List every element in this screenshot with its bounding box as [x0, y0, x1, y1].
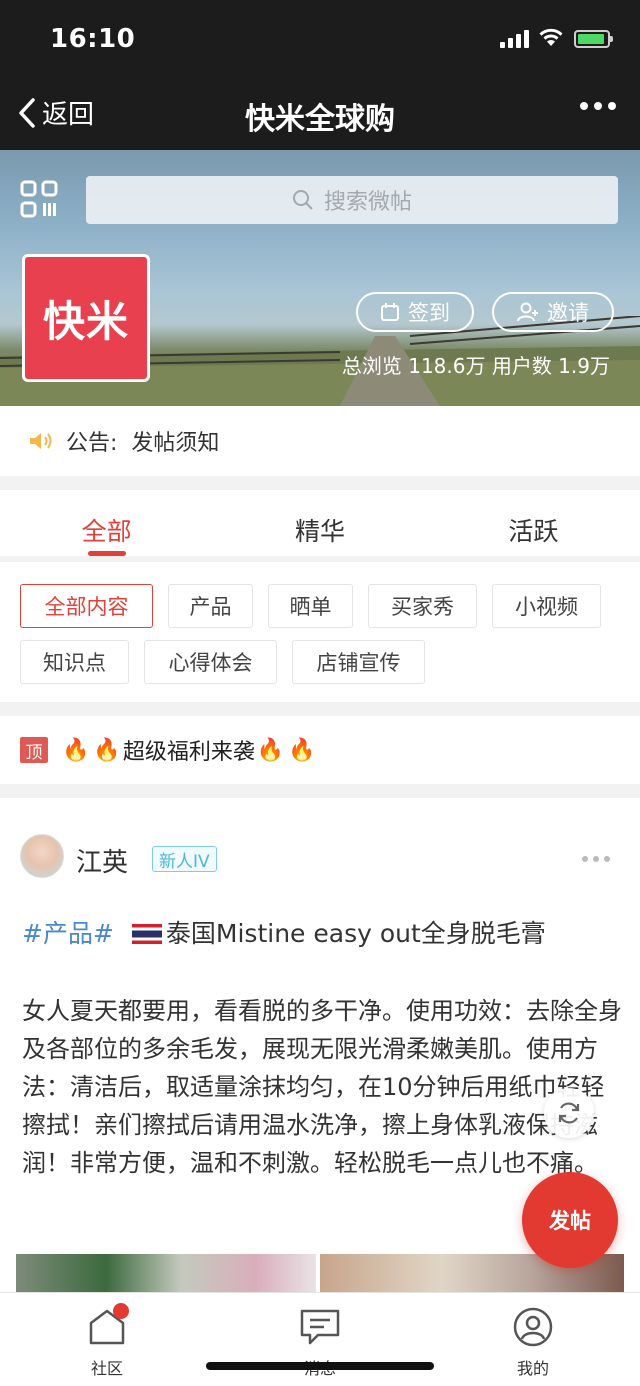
filter-chip-buyer-show[interactable]: 买家秀	[368, 584, 477, 628]
pinned-badge: 顶	[20, 737, 48, 763]
fire-icon: 🔥	[62, 737, 90, 763]
tab-label: 精华	[294, 517, 345, 546]
community-stats: 总浏览 118.6万 用户数 1.9万	[341, 354, 610, 378]
filter-chip-orders[interactable]: 晒单	[268, 584, 353, 628]
filter-chip-products[interactable]: 产品	[168, 584, 253, 628]
bottom-nav: 社区 消息 我的	[0, 1292, 640, 1386]
battery-icon	[574, 30, 613, 48]
post-title: 泰国Mistine easy out全身脱毛膏	[165, 919, 546, 948]
search-placeholder: 搜索微帖	[323, 190, 412, 215]
tab-label: 活跃	[508, 517, 559, 546]
invite-button[interactable]: 邀请	[492, 292, 614, 332]
new-post-button[interactable]: 发帖	[522, 1172, 618, 1268]
community-logo: 快米	[22, 254, 150, 382]
filter-chip-experience[interactable]: 心得体会	[144, 640, 277, 684]
filter-chip-all[interactable]: 全部内容	[20, 584, 153, 628]
filter-chip-knowledge[interactable]: 知识点	[20, 640, 129, 684]
category-filters: 全部内容 产品 晒单 买家秀 小视频 知识点 心得体会 店铺宣传	[0, 562, 640, 702]
chevron-left-icon	[19, 97, 35, 128]
bottom-nav-community[interactable]: 社区	[47, 1303, 167, 1379]
bottom-nav-profile[interactable]: 我的	[473, 1305, 593, 1379]
invite-label: 邀请	[547, 301, 589, 325]
status-bar: 16:10	[0, 0, 640, 78]
bottom-nav-label: 我的	[516, 1359, 549, 1378]
tab-active-users[interactable]: 活跃	[427, 490, 640, 556]
user-level-badge: 新人IV	[152, 846, 217, 872]
add-user-icon	[517, 302, 538, 322]
home-indicator	[206, 1362, 434, 1370]
community-icon	[85, 1303, 129, 1349]
speaker-icon	[30, 433, 52, 449]
announcement-label: 公告:	[66, 431, 118, 456]
tab-all[interactable]: 全部	[0, 490, 213, 556]
search-icon	[292, 190, 313, 210]
content-tabs: 全部 精华 活跃	[0, 490, 640, 556]
checkin-button[interactable]: 签到	[356, 292, 474, 332]
notification-dot	[113, 1303, 129, 1319]
filter-chip-short-video[interactable]: 小视频	[492, 584, 601, 628]
author-name[interactable]: 江英	[76, 842, 128, 879]
announcement-bar: 公告: 发帖须知	[0, 406, 640, 476]
post-more-button[interactable]	[582, 856, 610, 862]
thailand-flag-icon	[131, 924, 162, 944]
fire-icon: 🔥	[256, 737, 285, 763]
calendar-check-icon	[381, 303, 399, 321]
tab-label: 全部	[81, 517, 132, 546]
tab-active-underline	[87, 551, 126, 556]
back-label: 返回	[42, 100, 95, 130]
wifi-icon	[539, 28, 563, 46]
nav-bar: 返回 快米全球购	[0, 78, 640, 150]
message-icon	[298, 1305, 342, 1349]
pinned-title: 超级福利来袭	[122, 740, 255, 765]
pinned-post[interactable]: 顶 🔥 🔥 超级福利来袭 🔥 🔥	[0, 716, 640, 784]
fire-icon: 🔥	[288, 737, 316, 763]
filter-chip-store-promo[interactable]: 店铺宣传	[292, 640, 425, 684]
post-body: 女人夏天都要用，看看脱的多干净。使用功效：去除全身及各部位的多余毛发，展现无限光…	[22, 997, 622, 1177]
qr-code-icon[interactable]	[20, 180, 58, 218]
more-menu-button[interactable]	[580, 102, 616, 110]
community-banner: 搜索微帖 快米 签到 邀请 总浏览 118.6万 用户数 1.9万	[0, 150, 640, 406]
status-time: 16:10	[50, 24, 136, 54]
page-title: 快米全球购	[245, 102, 395, 137]
post-title-line: #产品# 泰国Mistine easy out全身脱毛膏	[22, 914, 546, 950]
avatar[interactable]	[20, 834, 64, 878]
checkin-label: 签到	[408, 301, 450, 325]
refresh-icon	[558, 1102, 580, 1124]
bottom-nav-label: 社区	[90, 1359, 123, 1378]
tab-featured[interactable]: 精华	[213, 490, 426, 556]
fire-icon: 🔥	[93, 737, 121, 763]
refresh-button[interactable]	[544, 1088, 594, 1138]
announcement-link[interactable]: 发帖须知	[131, 425, 219, 457]
post-topic-tag[interactable]: #产品#	[22, 919, 114, 948]
profile-icon	[511, 1305, 555, 1349]
back-button[interactable]: 返回	[18, 94, 94, 131]
signal-icon	[500, 30, 529, 48]
search-input[interactable]: 搜索微帖	[86, 176, 618, 224]
